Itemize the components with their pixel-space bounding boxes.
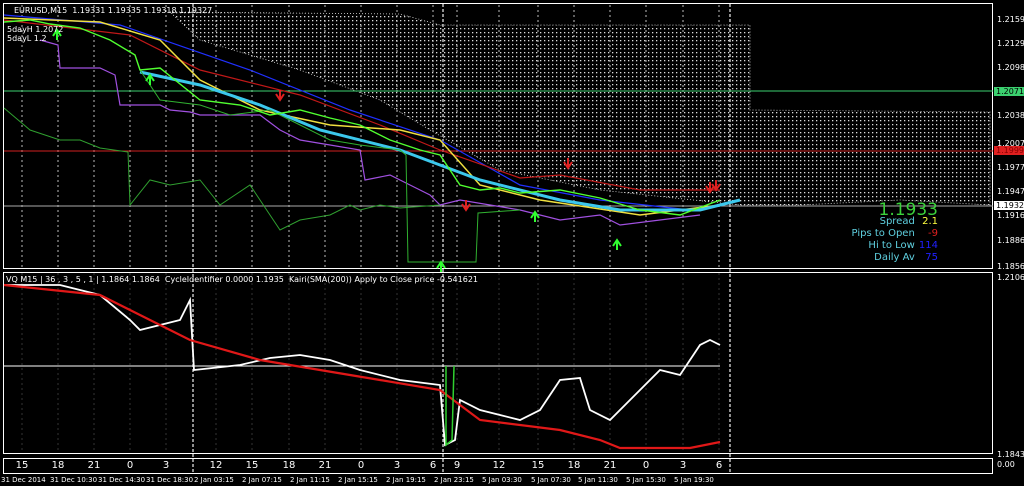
date-label: 31 Dec 10:30 xyxy=(50,476,98,484)
hour-label: 18 xyxy=(567,460,581,471)
green-oscillator-line xyxy=(3,107,441,231)
hilo-value: 114 xyxy=(918,240,938,251)
date-label: 2 Jan 23:15 xyxy=(434,476,474,484)
price-axis-label: 1.21290 xyxy=(997,39,1024,48)
buy-arrow-icon xyxy=(612,238,622,250)
price-axis-label: 1.21590 xyxy=(997,15,1024,24)
hour-label: 21 xyxy=(318,460,332,471)
price-axis-label: 1.19470 xyxy=(997,187,1024,196)
date-label: 2 Jan 07:15 xyxy=(242,476,282,484)
day-high: 5dayH 1.2072 xyxy=(7,25,64,34)
hour-label: 18 xyxy=(51,460,65,471)
date-label: 31 Dec 14:30 xyxy=(98,476,146,484)
date-label: 2 Jan 03:15 xyxy=(194,476,234,484)
hilo-label: Hi to Low xyxy=(868,240,915,251)
spread-label: Spread xyxy=(879,216,915,227)
date-label: 2 Jan 15:15 xyxy=(338,476,378,484)
hour-label: 15 xyxy=(531,460,545,471)
hilo-row: Hi to Low 114 xyxy=(868,240,938,251)
day-low: 5dayL 1.2 xyxy=(7,34,47,43)
date-label: 31 Dec 2014 xyxy=(1,476,46,484)
spread-row: Spread 2.1 xyxy=(880,216,938,227)
hour-label: 0 xyxy=(642,460,650,471)
hour-label: 15 xyxy=(15,460,29,471)
date-label: 5 Jan 19:30 xyxy=(674,476,714,484)
price-tag-red: 1.19997 xyxy=(994,146,1024,155)
hour-label: 21 xyxy=(87,460,101,471)
price-tag-current: 1.19327 xyxy=(994,201,1024,210)
pips-label: Pips to Open xyxy=(851,228,915,239)
sub-header: VQ M15 | 36 , 3 , 5 , 1 | 1.1864 1.1864 … xyxy=(6,275,479,284)
date-label: 5 Jan 03:30 xyxy=(482,476,522,484)
hour-label: 6 xyxy=(429,460,437,471)
price-axis-label: 1.20985 xyxy=(997,63,1024,72)
hour-label: 18 xyxy=(282,460,296,471)
hour-label: 12 xyxy=(492,460,506,471)
pips-value: -9 xyxy=(928,228,938,239)
hour-label: 3 xyxy=(162,460,170,471)
buy-arrow-icon xyxy=(145,73,155,85)
vq-line xyxy=(4,284,721,447)
hour-label: 12 xyxy=(209,460,223,471)
cycle-identifier-spike xyxy=(445,365,455,447)
date-label: 31 Dec 18:30 xyxy=(146,476,194,484)
sub-axis-bottom: 1.1843 xyxy=(997,450,1024,459)
hour-label: 6 xyxy=(715,460,723,471)
price-axis-label: 1.20380 xyxy=(997,111,1024,120)
date-label: 5 Jan 07:30 xyxy=(531,476,571,484)
symbol: EURUSD,M15 xyxy=(14,6,68,15)
hour-label: 21 xyxy=(603,460,617,471)
date-label: 2 Jan 19:15 xyxy=(386,476,426,484)
daily-value: 75 xyxy=(925,252,938,263)
hour-label: 15 xyxy=(245,460,259,471)
hour-label: 9 xyxy=(453,460,461,471)
chart-header: EURUSD,M15 1.19331 1.19335 1.19318 1.193… xyxy=(14,6,212,15)
date-label: 5 Jan 11:30 xyxy=(578,476,618,484)
price-axis-label: 1.18865 xyxy=(997,236,1024,245)
date-label: 2 Jan 11:15 xyxy=(290,476,330,484)
hour-label: 3 xyxy=(393,460,401,471)
daily-label: Daily Av xyxy=(874,252,915,263)
ohlc: 1.19331 1.19335 1.19318 1.19327 xyxy=(72,6,213,15)
daily-row: Daily Av 75 xyxy=(874,252,938,263)
hour-label: 3 xyxy=(679,460,687,471)
buy-arrow-icon xyxy=(436,260,446,272)
hour-label: 0 xyxy=(357,460,365,471)
ichimoku-cloud xyxy=(168,11,991,206)
pips-row: Pips to Open -9 xyxy=(852,228,938,239)
hour-label: 0 xyxy=(126,460,134,471)
price-axis-label: 1.18560 xyxy=(997,262,1024,271)
date-label: 5 Jan 15:30 xyxy=(626,476,666,484)
hours-axis-label: 0.00 xyxy=(997,460,1015,469)
sub-axis-top: 1.2106 xyxy=(997,273,1024,282)
price-axis-label: 1.19165 xyxy=(997,211,1024,220)
spread-value: 2.1 xyxy=(922,216,938,227)
price-axis-label: 1.19775 xyxy=(997,163,1024,172)
price-tag-green: 1.20716 xyxy=(994,87,1024,96)
